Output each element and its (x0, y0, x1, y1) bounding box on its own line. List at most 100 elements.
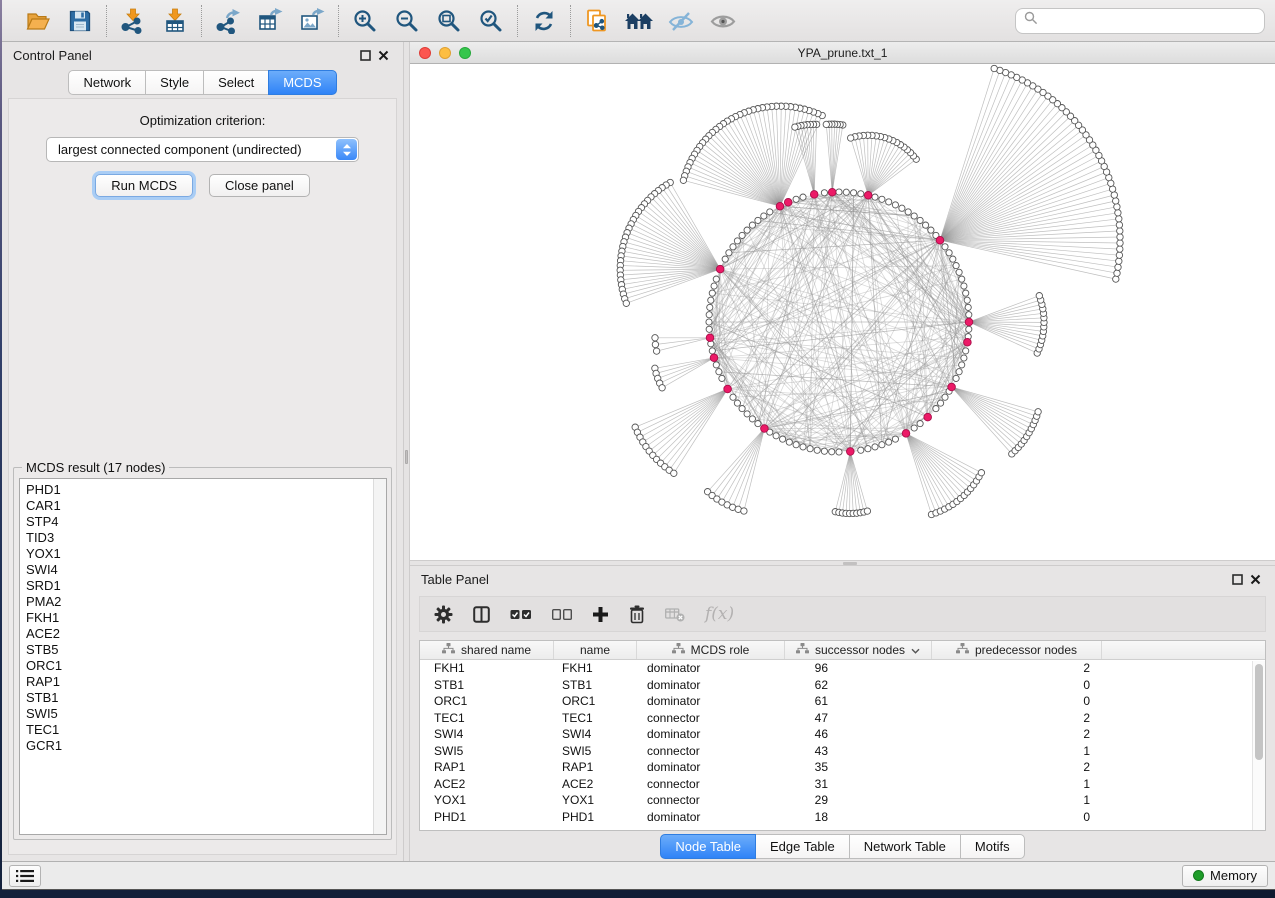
column-header-predecessor-nodes[interactable]: predecessor nodes (932, 641, 1102, 659)
save-session-button[interactable] (65, 6, 95, 36)
import-network-button[interactable] (118, 6, 148, 36)
table-row[interactable]: TEC1TEC1connector472 (420, 710, 1265, 727)
search-input[interactable] (1043, 13, 1256, 28)
mcds-result-item[interactable]: RAP1 (26, 674, 373, 690)
show-all-button[interactable] (708, 6, 738, 36)
mcds-result-item[interactable]: GCR1 (26, 738, 373, 754)
toolbar-group (12, 6, 106, 36)
table-tab-edge-table[interactable]: Edge Table (755, 834, 850, 859)
table-options-gear-button[interactable] (434, 605, 453, 624)
export-table-button[interactable] (255, 6, 285, 36)
memory-status-icon (1193, 870, 1204, 881)
open-file-button[interactable] (23, 6, 53, 36)
cell-successor_nodes: 47 (785, 711, 932, 725)
tab-style[interactable]: Style (145, 70, 204, 95)
table-row[interactable]: PHD1PHD1dominator180 (420, 809, 1265, 826)
zoom-in-icon (352, 8, 378, 34)
table-panel: Table Panel f(x) shared namenameMCDS rol… (410, 566, 1275, 861)
table-row[interactable]: ACE2ACE2connector311 (420, 776, 1265, 793)
optimization-criterion-select[interactable]: largest connected component (undirected) (46, 137, 359, 162)
tab-select[interactable]: Select (203, 70, 269, 95)
mcds-result-item[interactable]: SWI4 (26, 562, 373, 578)
cell-predecessor_nodes: 2 (932, 727, 1102, 741)
table-row[interactable]: STB1STB1dominator620 (420, 677, 1265, 694)
memory-label: Memory (1210, 868, 1257, 883)
first-neighbors-button[interactable] (624, 6, 654, 36)
column-header-successor-nodes[interactable]: successor nodes (785, 641, 932, 659)
mcds-result-item[interactable]: TID3 (26, 530, 373, 546)
select-all-columns-button[interactable] (510, 608, 532, 621)
mcds-result-item[interactable]: SRD1 (26, 578, 373, 594)
vertical-splitter[interactable] (403, 42, 410, 861)
close-icon (1250, 574, 1261, 585)
column-header-shared-name[interactable]: shared name (420, 641, 554, 659)
mcds-result-item[interactable]: ORC1 (26, 658, 373, 674)
column-type-icon (672, 643, 685, 657)
table-row[interactable]: SWI4SWI4dominator462 (420, 726, 1265, 743)
zoom-out-button[interactable] (392, 6, 422, 36)
zoom-selected-button[interactable] (476, 6, 506, 36)
horizontal-splitter-handle[interactable] (843, 562, 857, 565)
export-image-button[interactable] (297, 6, 327, 36)
mcds-result-item[interactable]: STB5 (26, 642, 373, 658)
close-panel-button[interactable] (374, 46, 392, 64)
table-row[interactable]: RAP1RAP1dominator352 (420, 759, 1265, 776)
show-columns-button[interactable] (473, 606, 490, 623)
zoom-fit-button[interactable] (434, 6, 464, 36)
memory-button[interactable]: Memory (1182, 865, 1268, 887)
close-icon (378, 50, 389, 61)
mcds-result-item[interactable]: FKH1 (26, 610, 373, 626)
duplicate-network-button[interactable] (582, 6, 612, 36)
optimization-criterion-value: largest connected component (undirected) (58, 142, 302, 157)
cell-name: SWI5 (554, 744, 637, 758)
table-tab-motifs[interactable]: Motifs (960, 834, 1025, 859)
mcds-result-item[interactable]: PHD1 (26, 482, 373, 498)
mcds-result-scrollbar[interactable] (373, 479, 386, 834)
column-header-MCDS-role[interactable]: MCDS role (637, 641, 785, 659)
mcds-result-item[interactable]: YOX1 (26, 546, 373, 562)
table-row[interactable]: SWI5SWI5connector431 (420, 743, 1265, 760)
mcds-result-item[interactable]: ACE2 (26, 626, 373, 642)
table-row[interactable]: FKH1FKH1dominator962 (420, 660, 1265, 677)
refresh-view-button[interactable] (529, 6, 559, 36)
horizontal-splitter[interactable] (410, 560, 1275, 566)
mcds-result-item[interactable]: STP4 (26, 514, 373, 530)
table-tab-node-table[interactable]: Node Table (660, 834, 756, 859)
table-scrollbar[interactable] (1252, 661, 1265, 830)
vertical-splitter-handle[interactable] (405, 450, 408, 464)
column-header-name[interactable]: name (554, 641, 637, 659)
mcds-result-item[interactable]: PMA2 (26, 594, 373, 610)
table-tab-network-table[interactable]: Network Table (849, 834, 961, 859)
mcds-result-item[interactable]: TEC1 (26, 722, 373, 738)
network-canvas[interactable] (410, 64, 1275, 560)
mcds-result-title: MCDS result (17 nodes) (22, 460, 169, 475)
hide-selected-button[interactable] (666, 6, 696, 36)
tab-mcds[interactable]: MCDS (268, 70, 336, 95)
show-tasks-button[interactable] (9, 865, 41, 887)
table-scrollbar-thumb[interactable] (1255, 664, 1263, 760)
float-panel-button[interactable] (356, 46, 374, 64)
delete-columns-button[interactable] (629, 605, 645, 624)
search-box[interactable] (1015, 8, 1265, 34)
table-row[interactable]: YOX1YOX1connector291 (420, 792, 1265, 809)
cell-name: RAP1 (554, 760, 637, 774)
close-table-panel-button[interactable] (1246, 570, 1264, 588)
cell-name: YOX1 (554, 793, 637, 807)
import-table-button[interactable] (160, 6, 190, 36)
unselect-all-columns-button[interactable] (552, 609, 572, 620)
mcds-result-item[interactable]: STB1 (26, 690, 373, 706)
cell-name: TEC1 (554, 711, 637, 725)
float-table-panel-button[interactable] (1228, 570, 1246, 588)
zoom-in-button[interactable] (350, 6, 380, 36)
run-mcds-button[interactable]: Run MCDS (95, 174, 193, 197)
mcds-result-item[interactable]: SWI5 (26, 706, 373, 722)
task-list-icon (16, 869, 34, 883)
table-toolbar: f(x) (419, 596, 1266, 632)
export-network-button[interactable] (213, 6, 243, 36)
close-panel-push-button[interactable]: Close panel (209, 174, 310, 197)
table-row[interactable]: ORC1ORC1dominator610 (420, 693, 1265, 710)
create-column-button[interactable] (592, 606, 609, 623)
tab-network[interactable]: Network (68, 70, 146, 95)
main-area: Control Panel NetworkStyleSelectMCDS Opt… (2, 42, 1275, 861)
mcds-result-item[interactable]: CAR1 (26, 498, 373, 514)
